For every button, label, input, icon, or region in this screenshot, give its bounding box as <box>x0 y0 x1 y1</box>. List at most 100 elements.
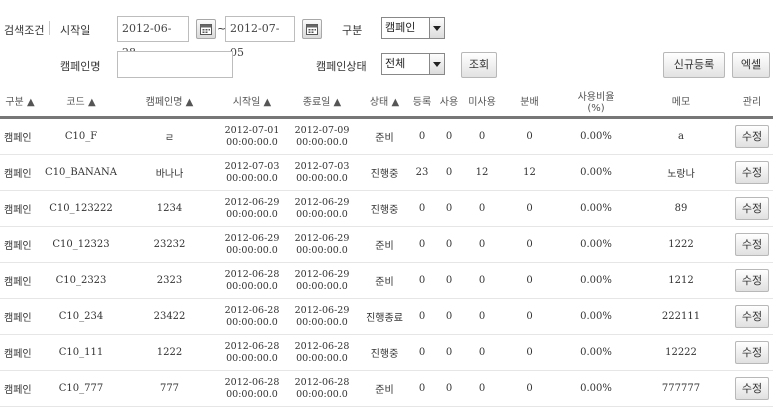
cell-start: 2012-06-29 00:00:00.0 <box>217 226 287 263</box>
edit-button[interactable]: 수정 <box>735 341 769 364</box>
cell-status: 준비 <box>357 117 412 155</box>
col-status-header[interactable]: 상태 ▲ <box>357 89 412 119</box>
cell-used: 0 <box>432 190 466 227</box>
cell-used: 0 <box>432 298 466 335</box>
cell-reg: 0 <box>412 298 432 335</box>
cell-end-time: 00:00:00.0 <box>296 244 348 256</box>
chevron-down-icon <box>429 18 444 38</box>
cell-name: 2323 <box>122 262 217 299</box>
type-select-value: 캠페인 <box>385 21 416 34</box>
cell-type: 캠페인 <box>0 226 40 263</box>
status-select[interactable]: 전체 <box>381 53 445 75</box>
cell-used: 0 <box>432 154 466 191</box>
table-row: 캠페인 C10_BANANA 바나나 2012-07-03 00:00:00.0 2012… <box>0 154 773 191</box>
start-date-input[interactable]: 2012-06-28 <box>117 16 189 59</box>
col-type-header[interactable]: 구분 ▲ <box>0 89 40 119</box>
cell-start-date: 2012-06-29 <box>224 196 280 208</box>
calendar-icon <box>306 24 318 35</box>
cell-end-date: 2012-07-09 <box>294 124 350 136</box>
cell-end-date: 2012-06-29 <box>294 304 350 316</box>
cell-code: C10_123222 <box>40 190 122 227</box>
new-campaign-button[interactable]: 신규등록 <box>663 52 725 78</box>
cell-memo: 노랑나 <box>631 154 731 191</box>
cell-end-time: 00:00:00.0 <box>296 136 348 148</box>
cell-code: C10_F <box>40 117 122 155</box>
cell-end-date: 2012-06-29 <box>294 232 350 244</box>
cell-end-time: 00:00:00.0 <box>296 172 348 184</box>
title-divider <box>49 21 50 35</box>
cell-start-date: 2012-06-28 <box>224 268 280 280</box>
cell-dist: 0 <box>498 262 561 299</box>
edit-button[interactable]: 수정 <box>735 197 769 220</box>
cell-start-time: 00:00:00.0 <box>226 352 278 364</box>
campaign-name-label: 캠페인명 <box>60 60 101 73</box>
edit-button[interactable]: 수정 <box>735 269 769 292</box>
cell-ratio: 0.00% <box>561 154 631 191</box>
col-name-header[interactable]: 캠페인명 ▲ <box>122 89 217 119</box>
cell-unused: 0 <box>466 262 498 299</box>
cell-end-date: 2012-06-28 <box>294 340 350 352</box>
start-date-label: 시작일 <box>60 24 91 37</box>
cell-manage: 수정 <box>731 370 773 407</box>
cell-start: 2012-06-29 00:00:00.0 <box>217 190 287 227</box>
cell-status: 진행중 <box>357 334 412 371</box>
end-calendar-button[interactable] <box>302 19 322 39</box>
cell-start: 2012-06-28 00:00:00.0 <box>217 298 287 335</box>
cell-memo: 12222 <box>631 334 731 371</box>
cell-start: 2012-06-28 00:00:00.0 <box>217 334 287 371</box>
cell-end: 2012-06-28 00:00:00.0 <box>287 334 357 371</box>
excel-export-button[interactable]: 엑셀 <box>732 52 770 78</box>
cell-unused: 0 <box>466 298 498 335</box>
edit-button[interactable]: 수정 <box>735 305 769 328</box>
cell-manage: 수정 <box>731 154 773 191</box>
col-code-header[interactable]: 코드 ▲ <box>40 89 122 119</box>
cell-unused: 0 <box>466 334 498 371</box>
col-registered-header: 등록 <box>412 89 432 119</box>
cell-type: 캠페인 <box>0 154 40 191</box>
cell-used: 0 <box>432 226 466 263</box>
cell-end: 2012-06-29 00:00:00.0 <box>287 226 357 263</box>
query-button[interactable]: 조회 <box>461 52 497 78</box>
end-date-input[interactable]: 2012-07-05 <box>225 16 295 59</box>
cell-start-date: 2012-07-03 <box>224 160 280 172</box>
edit-button[interactable]: 수정 <box>735 377 769 400</box>
col-used-header: 사용 <box>432 89 466 119</box>
campaign-table: 구분 ▲ 코드 ▲ 캠페인명 ▲ 시작일 ▲ 종료일 ▲ 상태 ▲ 등록 사용 미사용 분배 사용비… <box>0 89 773 407</box>
calendar-icon <box>200 24 212 35</box>
cell-end-time: 00:00:00.0 <box>296 280 348 292</box>
cell-type: 캠페인 <box>0 334 40 371</box>
cell-start-date: 2012-06-28 <box>224 376 280 388</box>
cell-dist: 0 <box>498 334 561 371</box>
cell-code: C10_BANANA <box>40 154 122 191</box>
cell-reg: 0 <box>412 190 432 227</box>
cell-unused: 0 <box>466 117 498 155</box>
col-end-header[interactable]: 종료일 ▲ <box>287 89 357 119</box>
cell-end-date: 2012-06-28 <box>294 376 350 388</box>
cell-start-time: 00:00:00.0 <box>226 244 278 256</box>
cell-memo: a <box>631 117 731 155</box>
cell-type: 캠페인 <box>0 262 40 299</box>
cell-type: 캠페인 <box>0 298 40 335</box>
cell-start-date: 2012-07-01 <box>224 124 280 136</box>
cell-reg: 0 <box>412 370 432 407</box>
cell-dist: 0 <box>498 226 561 263</box>
campaign-status-label: 캠페인상태 <box>316 60 367 73</box>
start-calendar-button[interactable] <box>196 19 216 39</box>
cell-ratio: 0.00% <box>561 262 631 299</box>
cell-end: 2012-07-03 00:00:00.0 <box>287 154 357 191</box>
cell-reg: 0 <box>412 117 432 155</box>
col-usage-ratio-header: 사용비율 (%) <box>561 89 631 119</box>
col-start-header[interactable]: 시작일 ▲ <box>217 89 287 119</box>
cell-manage: 수정 <box>731 226 773 263</box>
edit-button[interactable]: 수정 <box>735 233 769 256</box>
cell-start-date: 2012-06-29 <box>224 232 280 244</box>
cell-end: 2012-06-28 00:00:00.0 <box>287 370 357 407</box>
cell-dist: 0 <box>498 298 561 335</box>
cell-code: C10_2323 <box>40 262 122 299</box>
cell-name: 23422 <box>122 298 217 335</box>
edit-button[interactable]: 수정 <box>735 125 769 148</box>
cell-start-time: 00:00:00.0 <box>226 136 278 148</box>
type-select[interactable]: 캠페인 <box>381 17 445 39</box>
campaign-name-input[interactable] <box>117 51 233 78</box>
edit-button[interactable]: 수정 <box>735 161 769 184</box>
